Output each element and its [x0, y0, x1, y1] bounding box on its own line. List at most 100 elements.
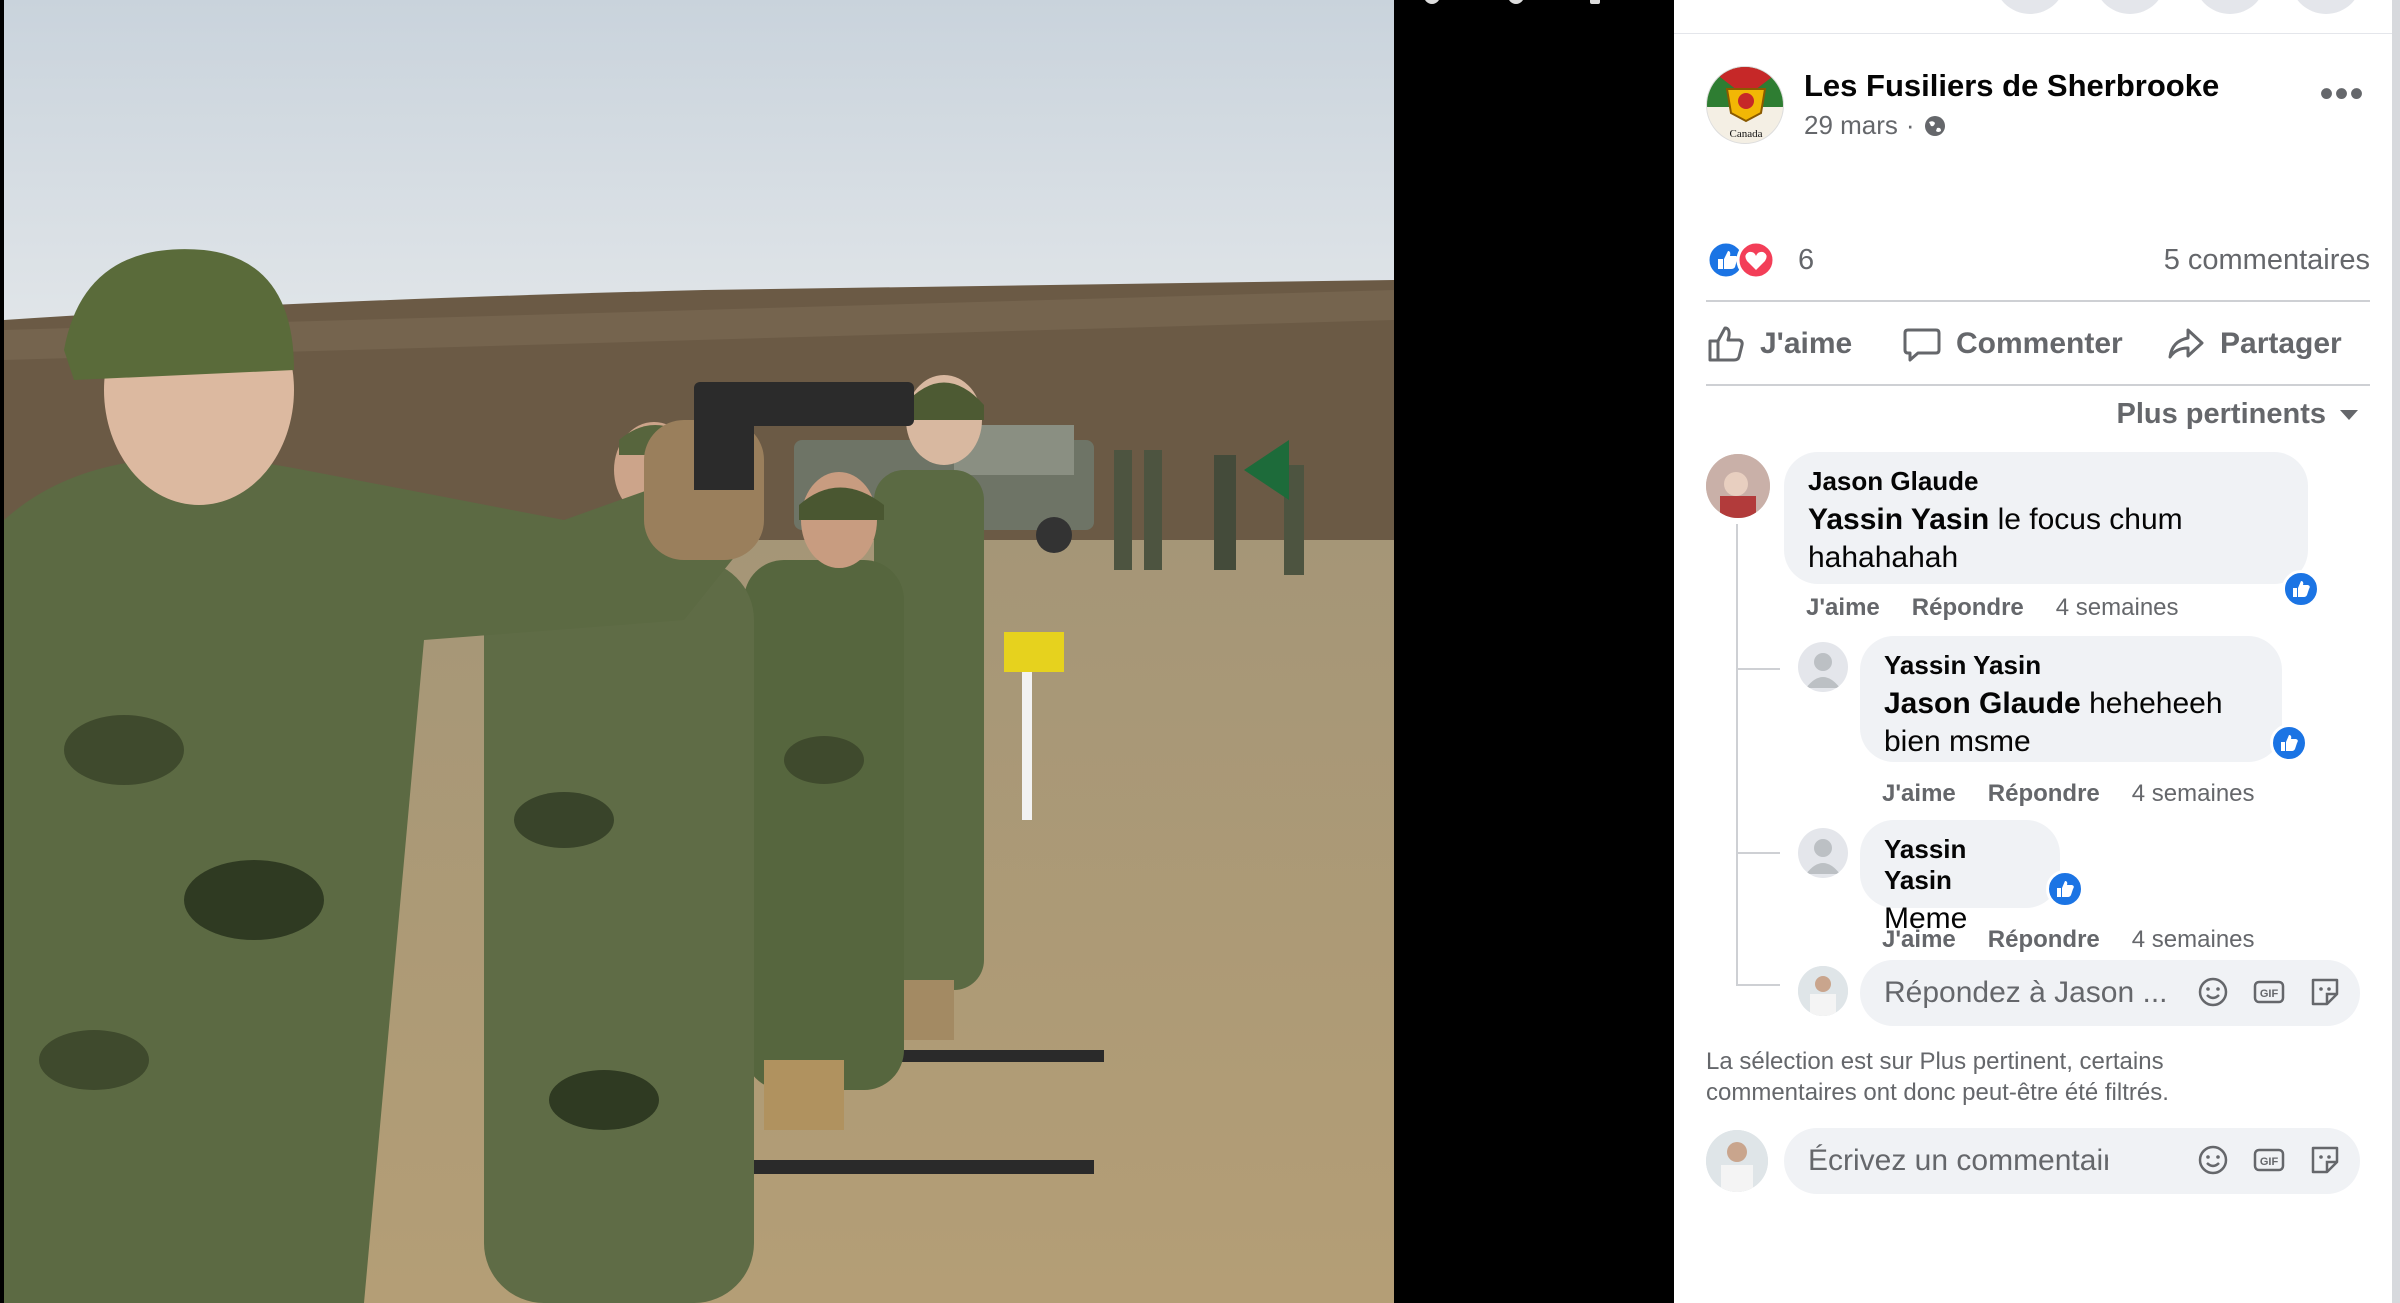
like-icon [2281, 735, 2298, 751]
menu-icon[interactable] [1994, 0, 2066, 14]
profile-photo-icon [1706, 454, 1770, 518]
emoji-icon[interactable] [2196, 1143, 2230, 1177]
post-header: Canada Les Fusiliers de Sherbrooke 29 ma… [1706, 66, 2366, 146]
composer-tools: GIF [2196, 975, 2342, 1009]
divider [1706, 384, 2370, 386]
photo-scene [4, 0, 1394, 1303]
composer-tools: GIF [2196, 1143, 2342, 1177]
post-meta: 29 mars · [1804, 110, 1947, 141]
like-label: J'aime [1760, 327, 1853, 360]
reply-author[interactable]: Yassin Yasin [1884, 650, 2258, 681]
comment-actions: J'aime Répondre 4 semaines [1806, 594, 2179, 622]
sort-label: Plus pertinents [2116, 398, 2327, 430]
commenter-avatar[interactable] [1706, 454, 1770, 518]
page-name[interactable]: Les Fusiliers de Sherbrooke [1804, 68, 2219, 104]
thread-line [1736, 524, 1738, 986]
emoji-icon[interactable] [2196, 975, 2230, 1009]
comment-text-line: hahahahah [1808, 541, 1959, 574]
comment-input[interactable] [1808, 1128, 2108, 1194]
reply-author[interactable]: Yassin Yasin [1884, 834, 2036, 896]
thread-line [1736, 852, 1780, 854]
reply-avatar[interactable] [1798, 642, 1848, 692]
globe-icon [1924, 115, 1945, 136]
reply-reply-link[interactable]: Répondre [1988, 926, 2100, 954]
caret-down-icon [2340, 409, 2358, 420]
reply-bubble: Yassin Yasin Meme [1860, 820, 2060, 935]
more-options-button[interactable]: ••• [2318, 74, 2366, 120]
share-button[interactable]: Partager [2166, 318, 2342, 370]
mention[interactable]: Jason Glaude [1884, 687, 2081, 720]
reply-reply-link[interactable]: Répondre [1988, 780, 2100, 808]
default-user-icon [1806, 839, 1840, 874]
comment-icon [1903, 328, 1941, 362]
comment-reply-link[interactable]: Répondre [1912, 594, 2024, 622]
profile-photo-icon [1706, 1130, 1768, 1192]
thumbs-up-icon [1708, 326, 1744, 362]
messenger-icon[interactable] [2094, 0, 2166, 14]
reply-like-link[interactable]: J'aime [1882, 780, 1956, 808]
reply-text: Jason Glaude heheheeh bien msme [1884, 685, 2258, 761]
comment-text-line: le focus chum [1989, 503, 2183, 536]
comment-like-badge[interactable] [2282, 570, 2320, 608]
thread-line [1736, 984, 1780, 986]
scrollbar[interactable] [2392, 0, 2400, 1303]
post-actions: J'aime Commenter Partager [1706, 318, 2370, 370]
reaction-icons[interactable] [1706, 240, 1786, 280]
svg-text:GIF: GIF [2260, 988, 2279, 1000]
page-avatar[interactable]: Canada [1706, 66, 1784, 144]
reaction-count[interactable]: 6 [1798, 244, 1814, 277]
regiment-crest-icon: Canada [1707, 67, 1783, 140]
sticker-icon[interactable] [2308, 1143, 2342, 1177]
share-label: Partager [2220, 327, 2342, 360]
reply-time[interactable]: 4 semaines [2132, 926, 2255, 954]
like-button[interactable]: J'aime [1706, 318, 1852, 370]
comment-like-link[interactable]: J'aime [1806, 594, 1880, 622]
comment-bubble: Jason Glaude Yassin Yasin le focus chum h… [1784, 452, 2308, 584]
panel-top-bar [1674, 0, 2400, 34]
fullscreen-icon[interactable] [1590, 0, 1600, 4]
reply-like-badge[interactable] [2046, 870, 2084, 908]
account-icon[interactable] [2290, 0, 2362, 14]
share-icon [2168, 328, 2204, 359]
zoom-in-icon[interactable] [1424, 0, 1440, 4]
sticker-icon[interactable] [2308, 975, 2342, 1009]
reply-actions: J'aime Répondre 4 semaines [1882, 780, 2255, 808]
zoom-out-icon[interactable] [1508, 0, 1524, 4]
comment-button[interactable]: Commenter [1902, 318, 2123, 370]
gif-icon[interactable]: GIF [2252, 975, 2286, 1009]
my-avatar[interactable] [1798, 966, 1848, 1016]
reactions-bar: 6 5 commentaires [1706, 236, 2370, 280]
reactions-icon-group [1706, 240, 1776, 280]
meta-separator: · [1905, 110, 1915, 140]
comment-author[interactable]: Jason Glaude [1808, 466, 2284, 497]
viewer-toolbar [1390, 0, 1674, 10]
comment-label: Commenter [1956, 327, 2123, 360]
divider [1706, 300, 2370, 302]
thread-line [1736, 668, 1780, 670]
comments-count[interactable]: 5 commentaires [2164, 244, 2370, 277]
post-date[interactable]: 29 mars [1804, 110, 1898, 141]
like-icon [2057, 881, 2074, 897]
reply-like-link[interactable]: J'aime [1882, 926, 1956, 954]
comment-composer: GIF [1784, 1128, 2360, 1194]
filter-note-line: La sélection est sur Plus pertinent, cer… [1706, 1048, 2164, 1075]
filter-note-line: commentaires ont donc peut-être été filt… [1706, 1079, 2169, 1106]
my-avatar[interactable] [1706, 1130, 1768, 1192]
reply-avatar[interactable] [1798, 828, 1848, 878]
profile-photo-icon [1798, 966, 1848, 1016]
mention[interactable]: Yassin Yasin [1808, 503, 1989, 536]
comment-sort-dropdown[interactable]: Plus pertinents [2116, 398, 2358, 431]
reply-like-badge[interactable] [2270, 724, 2308, 762]
reply-composer: GIF [1860, 960, 2360, 1026]
photo-viewer [0, 0, 1674, 1303]
reply-input[interactable] [1884, 960, 2184, 1026]
post-photo[interactable] [4, 0, 1394, 1303]
reply-time[interactable]: 4 semaines [2132, 780, 2255, 808]
svg-text:Canada: Canada [1730, 128, 1763, 140]
notifications-icon[interactable] [2194, 0, 2266, 14]
reply-bubble: Yassin Yasin Jason Glaude heheheeh bien m… [1860, 636, 2282, 762]
reply-text-line: bien msme [1884, 725, 2031, 758]
comment-time[interactable]: 4 semaines [2056, 594, 2179, 622]
post-panel: Canada Les Fusiliers de Sherbrooke 29 ma… [1674, 0, 2400, 1303]
gif-icon[interactable]: GIF [2252, 1143, 2286, 1177]
